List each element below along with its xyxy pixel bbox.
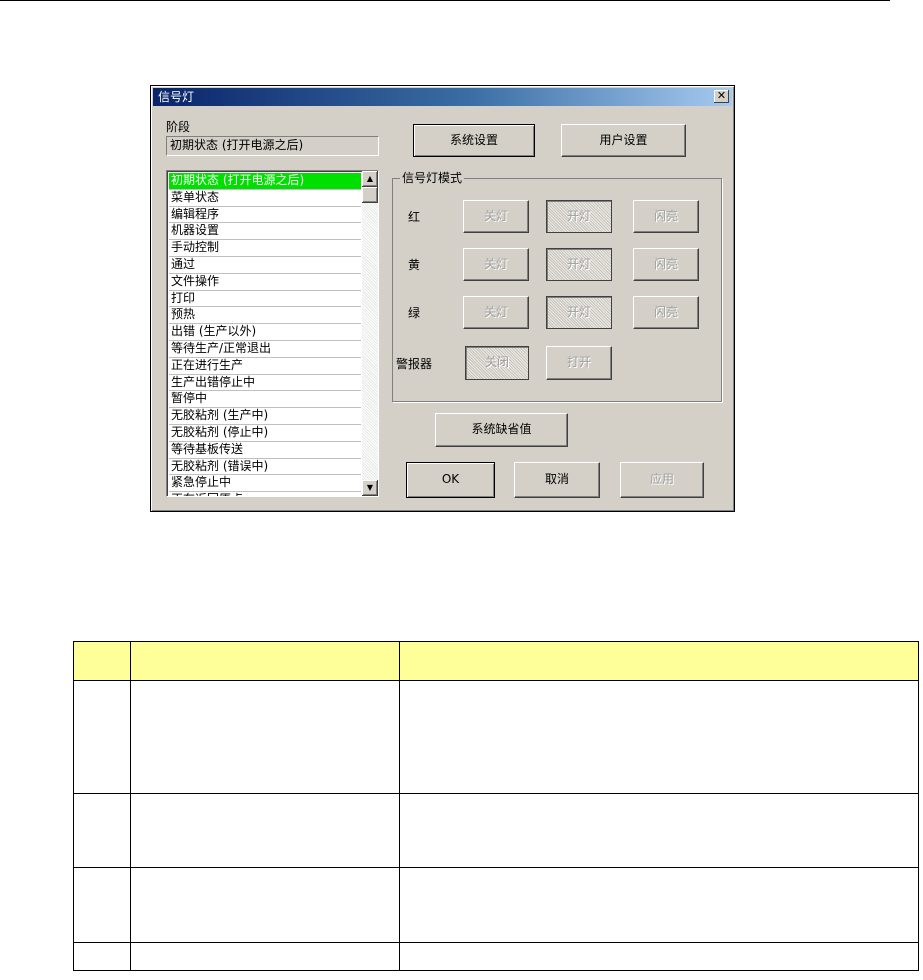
list-item[interactable]: 打印: [169, 291, 361, 308]
buzzer-off-button[interactable]: 关闭: [465, 346, 529, 380]
yellow-label: 黄: [408, 258, 421, 272]
buzzer-on-button[interactable]: 打开: [546, 346, 612, 380]
table-cell: [73, 867, 131, 943]
system-settings-button[interactable]: 系统设置: [413, 124, 535, 157]
list-item[interactable]: 无胶粘剂 (错误中): [169, 459, 361, 476]
phase-listbox[interactable]: 初期状态 (打开电源之后) 菜单状态 编辑程序 机器设置 手动控制 通过 文件操作 打印 预热出…: [166, 170, 379, 497]
list-item[interactable]: 预热: [169, 307, 361, 325]
green-label: 绿: [408, 306, 421, 320]
list-item[interactable]: 无胶粘剂 (停止中): [169, 425, 361, 442]
yellow-off-button[interactable]: 关灯: [463, 248, 529, 281]
list-item[interactable]: 出错 (生产以外): [169, 324, 361, 341]
list-item[interactable]: 初期状态 (打开电源之后): [169, 173, 361, 190]
green-on-button[interactable]: 开灯: [546, 296, 612, 329]
scroll-thumb[interactable]: [362, 187, 378, 203]
table-row: [73, 867, 919, 943]
red-off-button[interactable]: 关灯: [463, 200, 529, 233]
table-cell: [130, 793, 400, 868]
list-item[interactable]: 编辑程序: [169, 207, 361, 224]
table-cell: [399, 867, 919, 943]
list-item[interactable]: 等待生产/正常退出: [169, 341, 361, 358]
green-blink-button[interactable]: 闪亮: [633, 296, 699, 329]
table-cell: [73, 680, 131, 794]
red-on-button[interactable]: 开灯: [546, 200, 612, 233]
table-cell: [399, 793, 919, 868]
yellow-blink-button[interactable]: 闪亮: [633, 248, 699, 281]
user-settings-button[interactable]: 用户设置: [561, 124, 686, 157]
ok-button[interactable]: OK: [406, 462, 495, 498]
list-item[interactable]: 等待基板传送: [169, 442, 361, 459]
list-item[interactable]: 无胶粘剂 (生产中): [169, 408, 361, 425]
phase-value-field: 初期状态 (打开电源之后): [166, 136, 379, 156]
table-cell: [399, 680, 919, 794]
list-item[interactable]: 正在进行生产: [169, 358, 361, 375]
list-item[interactable]: 文件操作: [169, 274, 361, 291]
list-item[interactable]: 生产出错停止中: [169, 375, 361, 392]
table-header-row: [73, 641, 919, 681]
cancel-button[interactable]: 取消: [514, 462, 600, 498]
table-row: [73, 942, 919, 971]
buzzer-label: 警报器: [396, 357, 433, 371]
signal-mode-group-title: 信号灯模式: [400, 171, 465, 185]
table-row: [73, 680, 919, 794]
table-cell: [399, 942, 919, 971]
list-item[interactable]: 紧急停止中: [169, 475, 361, 493]
red-blink-button[interactable]: 闪亮: [633, 200, 699, 233]
apply-button[interactable]: 应用: [620, 462, 704, 498]
list-item[interactable]: 通过: [169, 257, 361, 274]
signal-light-dialog: 信号灯 ✕ 阶段 初期状态 (打开电源之后) 初期状态 (打开电源之后) 菜单状态…: [150, 85, 735, 512]
phase-label: 阶段: [166, 120, 191, 134]
scroll-down-icon[interactable]: ▼: [362, 480, 378, 496]
list-item[interactable]: 手动控制: [169, 240, 361, 257]
close-icon[interactable]: ✕: [714, 90, 729, 103]
system-default-button[interactable]: 系统缺省值: [435, 413, 568, 447]
list-item[interactable]: 正在返回原点: [169, 492, 361, 496]
page-top-rule: [0, 0, 890, 1]
table-cell: [130, 867, 400, 943]
dialog-titlebar: 信号灯 ✕: [153, 88, 732, 106]
table-cell: [130, 942, 400, 971]
table-cell: [73, 942, 131, 971]
table-row: [73, 793, 919, 868]
list-scrollbar[interactable]: ▲ ▼: [362, 171, 378, 496]
green-off-button[interactable]: 关灯: [463, 296, 529, 329]
red-label: 红: [408, 210, 421, 224]
list-item[interactable]: 暂停中: [169, 391, 361, 409]
table-header-cell: [73, 641, 131, 681]
table-cell: [73, 793, 131, 868]
table-header-cell: [399, 641, 919, 681]
scroll-up-icon[interactable]: ▲: [362, 171, 378, 187]
yellow-on-button[interactable]: 开灯: [546, 248, 612, 281]
list-item[interactable]: 机器设置: [169, 223, 361, 241]
table-header-cell: [130, 641, 400, 681]
description-table: [73, 641, 919, 971]
list-item[interactable]: 菜单状态: [169, 190, 361, 207]
table-cell: [130, 680, 400, 794]
dialog-title: 信号灯: [158, 90, 195, 104]
phase-list: 初期状态 (打开电源之后) 菜单状态 编辑程序 机器设置 手动控制 通过 文件操作 打印 预热出…: [169, 173, 361, 496]
